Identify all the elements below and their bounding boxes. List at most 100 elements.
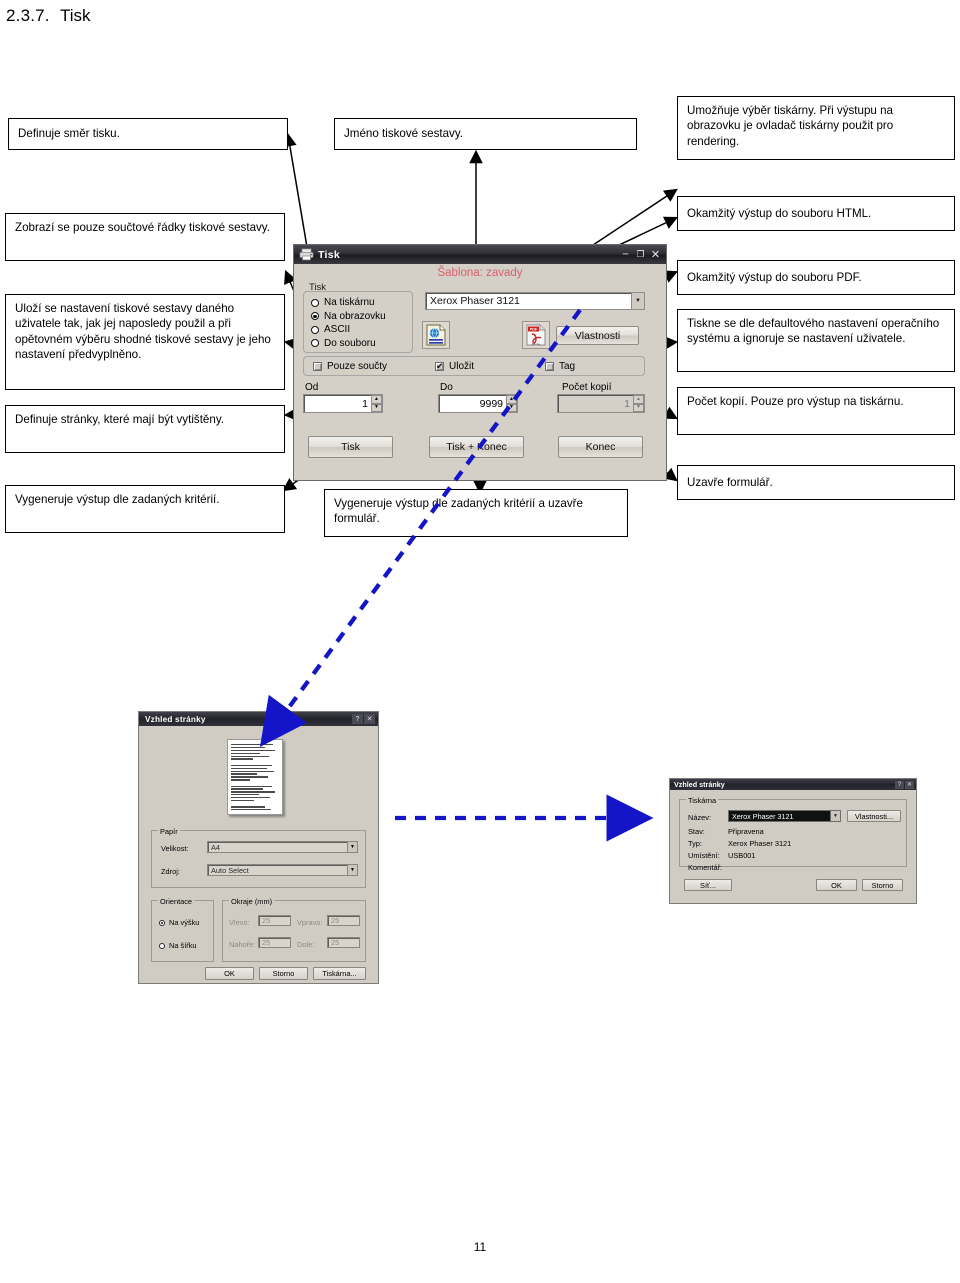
paper-source-select[interactable]: Auto Select ▼ <box>207 864 358 876</box>
printer-location-value: USB001 <box>728 851 756 860</box>
checkbox-ulozit[interactable]: Uložit <box>435 361 545 372</box>
margin-top-input[interactable]: 25 <box>258 937 291 948</box>
margin-right-input[interactable]: 25 <box>327 915 360 926</box>
printer-ok-button[interactable]: OK <box>816 879 857 891</box>
callout-text: Umožňuje výběr tiskárny. Při výstupu na … <box>687 104 894 148</box>
printer-network-button[interactable]: Síť... <box>684 879 732 891</box>
source-label: Zdroj: <box>161 867 180 876</box>
copies-stepper[interactable]: ▲ ▼ <box>633 395 644 412</box>
printer-dialog-titlebar[interactable]: Vzhled stránky ? ✕ <box>670 779 916 790</box>
close-icon[interactable]: ✕ <box>905 780 914 789</box>
paper-group-label: Papír <box>158 827 180 836</box>
tisk-dialog: Tisk ─ ❐ ✕ Šablona: zavady Tisk Na tiská… <box>294 245 666 480</box>
from-stepper[interactable]: ▲ ▼ <box>371 395 382 412</box>
tisk-dialog-titlebar[interactable]: Tisk ─ ❐ ✕ <box>294 245 666 264</box>
pdf-document-icon: PDF Adobe <box>526 324 546 346</box>
paper-group: Papír <box>151 827 366 888</box>
orientation-portrait[interactable]: Na výšku <box>159 918 199 927</box>
printer-type-label: Typ: <box>688 839 702 848</box>
copies-label: Počet kopií <box>562 382 612 393</box>
page-setup-cancel-button[interactable]: Storno <box>259 967 308 980</box>
to-label: Do <box>440 382 453 393</box>
checkbox-tag[interactable]: Tag <box>545 361 575 372</box>
page-setup-printer-button[interactable]: Tiskárna... <box>313 967 366 980</box>
margin-left-value: 25 <box>262 916 271 925</box>
printer-cancel-button[interactable]: Storno <box>862 879 903 891</box>
copies-input[interactable]: 1 ▲ ▼ <box>557 394 645 413</box>
to-stepper[interactable]: ▲ ▼ <box>506 395 517 412</box>
printer-type-value: Xerox Phaser 3121 <box>728 839 792 848</box>
print-and-close-button-label: Tisk + Konec <box>446 441 507 453</box>
callout-text: Definuje stránky, které mají být vytiště… <box>15 413 224 426</box>
callout-text: Jméno tiskové sestavy. <box>344 127 463 141</box>
options-group: Pouze součty Uložit Tag <box>303 356 645 376</box>
page-setup-dialog: Vzhled stránky ? ✕ Papír Velikost: A4 ▼ … <box>139 712 378 983</box>
printer-name-select[interactable]: Xerox Phaser 3121 ▼ <box>728 810 841 822</box>
page-preview <box>227 739 283 815</box>
callout-ulozi-nastaveni: Uloží se nastavení tiskové sestavy danéh… <box>5 294 285 390</box>
close-button[interactable]: Konec <box>558 436 643 458</box>
radio-na-obrazovku[interactable]: Na obrazovku <box>311 311 412 323</box>
maximize-icon[interactable]: ❐ <box>633 248 648 261</box>
paper-size-select[interactable]: A4 ▼ <box>207 841 358 853</box>
callout-uzavre-formular: Uzavře formulář. <box>677 465 955 500</box>
callout-vygeneruje-vystup: Vygeneruje výstup dle zadaných kritérií. <box>5 485 285 533</box>
callout-html-output: Okamžitý výstup do souboru HTML. <box>677 196 955 231</box>
callout-pocet-kopii: Počet kopií. Pouze pro výstup na tiskárn… <box>677 387 955 435</box>
help-icon[interactable]: ? <box>895 780 904 789</box>
page-setup-ok-button[interactable]: OK <box>205 967 254 980</box>
chevron-down-icon[interactable]: ▼ <box>631 293 644 309</box>
margin-bottom-input[interactable]: 25 <box>327 937 360 948</box>
callout-text: Uzavře formulář. <box>687 475 773 489</box>
chevron-down-icon[interactable]: ▼ <box>347 842 357 852</box>
printer-status-value: Připravena <box>728 827 764 836</box>
callout-text: Vygeneruje výstup dle zadaných kritérií … <box>334 497 583 526</box>
copies-input-value: 1 <box>624 397 630 410</box>
callout-souctove-radky: Zobrazí se pouze součtové řádky tiskové … <box>5 213 285 261</box>
tisk-dialog-body: Šablona: zavady Tisk Na tiskárnu Na obra… <box>294 264 666 480</box>
properties-button[interactable]: Vlastnosti <box>556 326 639 345</box>
pdf-export-button[interactable]: PDF Adobe <box>522 321 550 349</box>
page-setup-cancel-label: Storno <box>272 969 295 978</box>
checkbox-pouze-soucty[interactable]: Pouze součty <box>313 361 435 372</box>
printer-properties-button[interactable]: Vlastnosti... <box>847 810 901 822</box>
page-number: 11 <box>473 1240 487 1254</box>
radio-na-tiskarnu[interactable]: Na tiskárnu <box>311 297 412 309</box>
minimize-icon[interactable]: ─ <box>618 248 633 261</box>
section-number: 2.3.7. <box>6 6 50 25</box>
printer-select[interactable]: Xerox Phaser 3121 ▼ <box>425 292 645 310</box>
chevron-down-icon[interactable]: ▼ <box>830 811 840 821</box>
html-export-button[interactable] <box>422 321 450 349</box>
radio-do-souboru[interactable]: Do souboru <box>311 338 412 350</box>
radio-indicator <box>159 920 165 926</box>
callout-text: Okamžitý výstup do souboru PDF. <box>687 270 862 284</box>
page-setup-ok-label: OK <box>224 969 235 978</box>
page-title: Tisk <box>60 6 91 25</box>
page-setup-printer-label: Tiskárna... <box>322 969 357 978</box>
radio-indicator <box>311 339 319 348</box>
printer-cancel-label: Storno <box>871 880 894 890</box>
to-input-value: 9999 <box>479 397 503 410</box>
radio-ascii[interactable]: ASCII <box>311 324 412 336</box>
print-and-close-button[interactable]: Tisk + Konec <box>429 436 524 458</box>
page-setup-titlebar[interactable]: Vzhled stránky ? ✕ <box>139 712 378 726</box>
paper-size-value: A4 <box>211 842 221 852</box>
chevron-down-icon[interactable]: ▼ <box>347 865 357 875</box>
to-input[interactable]: 9999 ▲ ▼ <box>438 394 518 413</box>
svg-text:PDF: PDF <box>530 328 538 332</box>
radio-label: Na obrazovku <box>324 310 386 322</box>
radio-label: Na tiskárnu <box>324 297 375 309</box>
callout-smer-tisku: Definuje směr tisku. <box>8 118 288 150</box>
help-icon[interactable]: ? <box>352 714 363 724</box>
margin-left-input[interactable]: 25 <box>258 915 291 926</box>
close-icon[interactable]: ✕ <box>364 714 375 724</box>
print-button[interactable]: Tisk <box>308 436 393 458</box>
callout-text: Vygeneruje výstup dle zadaných kritérií. <box>15 493 220 506</box>
close-icon[interactable]: ✕ <box>648 248 663 261</box>
radio-label: Do souboru <box>324 337 376 349</box>
orientation-landscape[interactable]: Na šířku <box>159 941 197 950</box>
printer-properties-label: Vlastnosti... <box>854 811 894 821</box>
from-input[interactable]: 1 ▲ ▼ <box>303 394 383 413</box>
orientation-group: Orientace <box>151 897 214 962</box>
radio-indicator <box>311 312 319 321</box>
